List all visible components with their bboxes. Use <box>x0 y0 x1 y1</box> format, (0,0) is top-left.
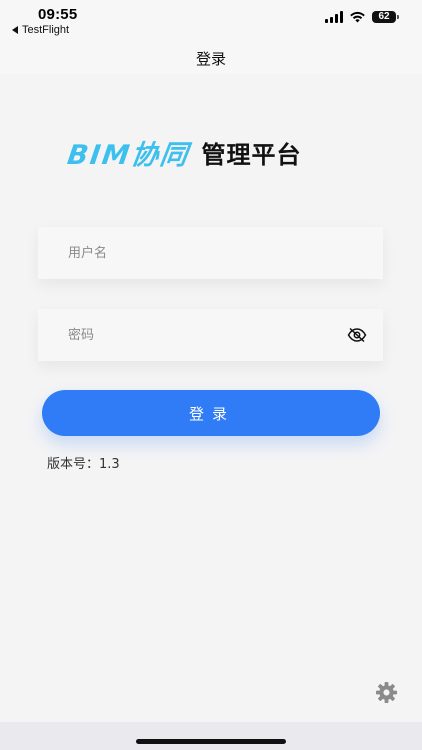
version-number: 1.3 <box>99 457 120 472</box>
battery-level: 62 <box>378 11 390 22</box>
status-bar: 09:55 TestFlight 62 <box>0 0 422 40</box>
home-indicator[interactable] <box>136 739 286 744</box>
password-input[interactable] <box>38 309 383 361</box>
gear-icon[interactable] <box>375 681 398 704</box>
username-input[interactable] <box>38 227 383 279</box>
logo-platform-text: 管理平台 <box>201 140 302 169</box>
status-time: 09:55 <box>38 6 78 23</box>
logo-bim-text: BIM协同 <box>65 139 192 171</box>
page-title: 登录 <box>195 49 226 68</box>
battery-icon: 62 <box>372 11 399 23</box>
back-caret-icon <box>12 26 18 34</box>
nav-bar: 登录 <box>0 40 422 74</box>
bottom-safe-area <box>0 722 422 750</box>
status-icons: 62 <box>325 11 399 23</box>
wifi-icon <box>350 11 365 23</box>
username-field-container <box>38 227 383 279</box>
app-logo: BIM协同 管理平台 <box>65 134 302 171</box>
back-to-app-link[interactable]: TestFlight <box>12 24 69 36</box>
cellular-signal-icon <box>325 11 343 23</box>
back-app-label: TestFlight <box>22 24 70 36</box>
version-label: 版本号： <box>47 457 100 472</box>
version-info: 版本号：1.3 <box>47 453 120 472</box>
login-button[interactable]: 登录 <box>42 390 380 436</box>
eye-slash-icon[interactable] <box>347 327 367 343</box>
password-field-container <box>38 309 383 361</box>
